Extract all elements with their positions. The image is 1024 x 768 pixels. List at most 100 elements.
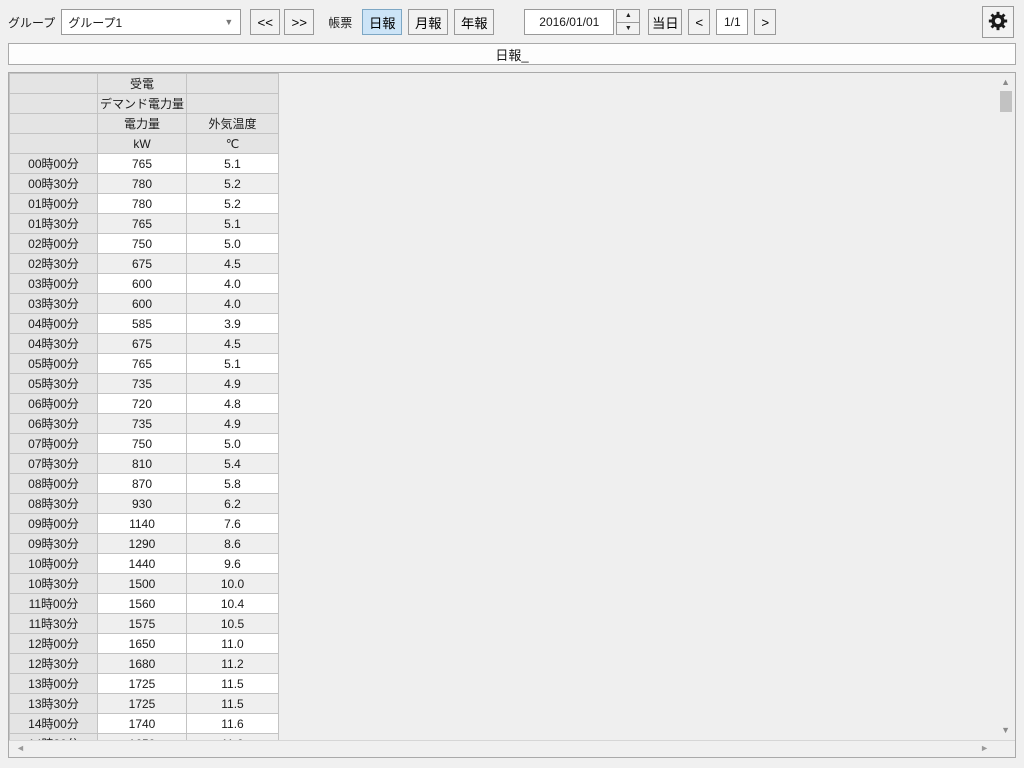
scroll-left-icon[interactable]: ◄ — [16, 744, 25, 753]
time-cell: 13時30分 — [10, 694, 98, 714]
time-cell: 12時30分 — [10, 654, 98, 674]
table-row: 08時00分8705.8 — [10, 474, 279, 494]
report-label: 帳票 — [328, 14, 352, 31]
tab-yearly-report[interactable]: 年報 — [454, 9, 494, 35]
time-cell: 00時00分 — [10, 154, 98, 174]
table-row: 06時00分7204.8 — [10, 394, 279, 414]
time-cell: 05時30分 — [10, 374, 98, 394]
tab-monthly-report[interactable]: 月報 — [408, 9, 448, 35]
temp-cell: 4.9 — [187, 414, 279, 434]
scroll-up-icon[interactable]: ▲ — [1001, 78, 1010, 87]
horizontal-scrollbar[interactable]: ◄ ► — [9, 740, 1015, 757]
header-cell: 電力量 — [98, 114, 187, 134]
power-cell: 585 — [98, 314, 187, 334]
power-cell: 1440 — [98, 554, 187, 574]
time-cell: 12時00分 — [10, 634, 98, 654]
power-cell: 1575 — [98, 614, 187, 634]
scroll-right-icon[interactable]: ► — [980, 744, 989, 753]
report-table-body: 受電デマンド電力量電力量外気温度kW℃00時00分7655.100時30分780… — [10, 74, 279, 754]
prev-group-button[interactable]: << — [250, 9, 280, 35]
temp-cell: 11.5 — [187, 694, 279, 714]
power-cell: 870 — [98, 474, 187, 494]
time-cell: 02時00分 — [10, 234, 98, 254]
time-cell: 09時30分 — [10, 534, 98, 554]
table-row: 06時30分7354.9 — [10, 414, 279, 434]
power-cell: 1740 — [98, 714, 187, 734]
report-table: 受電デマンド電力量電力量外気温度kW℃00時00分7655.100時30分780… — [9, 73, 279, 754]
temp-cell: 11.6 — [187, 714, 279, 734]
power-cell: 1500 — [98, 574, 187, 594]
date-input[interactable]: 2016/01/01 — [524, 9, 614, 35]
time-cell: 03時30分 — [10, 294, 98, 314]
power-cell: 765 — [98, 214, 187, 234]
power-cell: 675 — [98, 334, 187, 354]
table-row: 08時30分9306.2 — [10, 494, 279, 514]
temp-cell: 10.4 — [187, 594, 279, 614]
time-cell: 10時30分 — [10, 574, 98, 594]
page-indicator[interactable]: 1/1 — [716, 9, 748, 35]
next-group-button[interactable]: >> — [284, 9, 314, 35]
temp-cell: 4.5 — [187, 334, 279, 354]
header-cell: デマンド電力量 — [98, 94, 187, 114]
table-row: 09時00分11407.6 — [10, 514, 279, 534]
header-cell — [10, 94, 98, 114]
chevron-down-icon[interactable]: ▼ — [224, 10, 233, 34]
temp-cell: 5.0 — [187, 234, 279, 254]
table-row: 03時30分6004.0 — [10, 294, 279, 314]
prev-page-button[interactable]: < — [688, 9, 710, 35]
time-cell: 08時00分 — [10, 474, 98, 494]
time-cell: 09時00分 — [10, 514, 98, 534]
table-row: 07時00分7505.0 — [10, 434, 279, 454]
table-row: 10時30分150010.0 — [10, 574, 279, 594]
power-cell: 720 — [98, 394, 187, 414]
table-row: 11時00分156010.4 — [10, 594, 279, 614]
temp-cell: 4.5 — [187, 254, 279, 274]
vertical-scrollbar-thumb[interactable] — [1000, 91, 1012, 112]
report-content-area: 受電デマンド電力量電力量外気温度kW℃00時00分7655.100時30分780… — [8, 72, 1016, 758]
page-title: 日報_ — [495, 45, 528, 64]
header-cell — [187, 94, 279, 114]
table-row: 01時00分7805.2 — [10, 194, 279, 214]
time-cell: 06時30分 — [10, 414, 98, 434]
header-cell — [10, 134, 98, 154]
time-cell: 11時30分 — [10, 614, 98, 634]
power-cell: 1140 — [98, 514, 187, 534]
today-button[interactable]: 当日 — [648, 9, 682, 35]
table-row: 07時30分8105.4 — [10, 454, 279, 474]
power-cell: 1725 — [98, 674, 187, 694]
group-select[interactable]: グループ1 ▼ — [61, 9, 241, 35]
time-cell: 07時00分 — [10, 434, 98, 454]
temp-cell: 5.8 — [187, 474, 279, 494]
scroll-down-icon[interactable]: ▼ — [1001, 726, 1010, 735]
settings-button[interactable] — [982, 6, 1014, 38]
temp-cell: 5.1 — [187, 154, 279, 174]
table-header-row: デマンド電力量 — [10, 94, 279, 114]
header-cell — [10, 114, 98, 134]
table-row: 12時00分165011.0 — [10, 634, 279, 654]
temp-cell: 9.6 — [187, 554, 279, 574]
time-cell: 08時30分 — [10, 494, 98, 514]
table-row: 02時30分6754.5 — [10, 254, 279, 274]
power-cell: 765 — [98, 354, 187, 374]
time-cell: 03時00分 — [10, 274, 98, 294]
table-row: 00時30分7805.2 — [10, 174, 279, 194]
temp-cell: 6.2 — [187, 494, 279, 514]
temp-cell: 11.5 — [187, 674, 279, 694]
temp-cell: 4.0 — [187, 274, 279, 294]
tab-daily-report[interactable]: 日報 — [362, 9, 402, 35]
temp-cell: 10.0 — [187, 574, 279, 594]
power-cell: 750 — [98, 234, 187, 254]
spinner-up-icon[interactable]: ▲ — [616, 9, 640, 22]
temp-cell: 8.6 — [187, 534, 279, 554]
time-cell: 05時00分 — [10, 354, 98, 374]
time-cell: 11時00分 — [10, 594, 98, 614]
time-cell: 10時00分 — [10, 554, 98, 574]
power-cell: 735 — [98, 374, 187, 394]
temp-cell: 5.4 — [187, 454, 279, 474]
table-row: 05時00分7655.1 — [10, 354, 279, 374]
spinner-down-icon[interactable]: ▼ — [616, 22, 640, 36]
date-spinner: ▲ ▼ — [616, 9, 640, 35]
power-cell: 750 — [98, 434, 187, 454]
power-cell: 780 — [98, 194, 187, 214]
next-page-button[interactable]: > — [754, 9, 776, 35]
